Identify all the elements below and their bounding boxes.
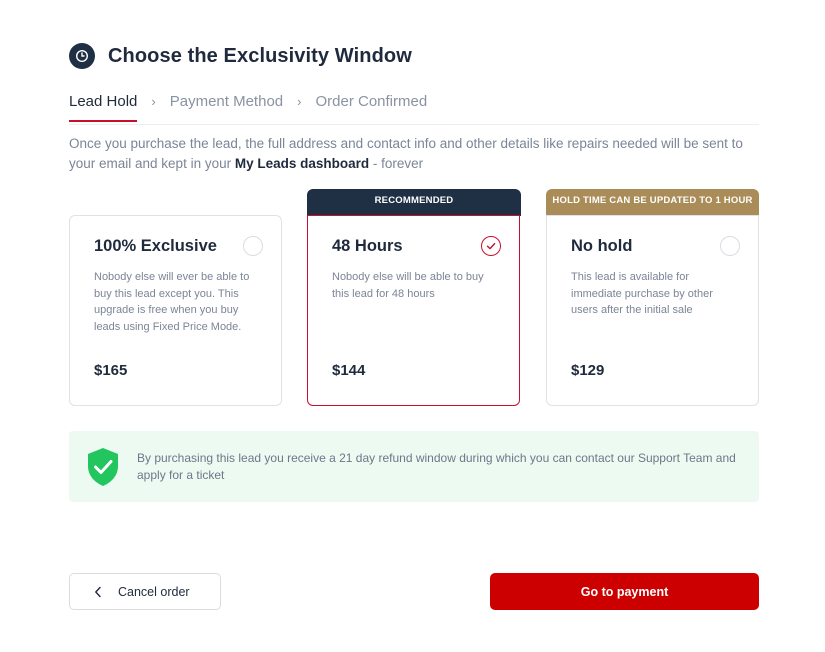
intro-text-after: - forever (369, 156, 424, 171)
option-card-no-hold[interactable]: No hold This lead is available for immed… (546, 215, 759, 406)
option-radio-checked[interactable] (481, 236, 501, 256)
option-card-exclusive[interactable]: 100% Exclusive Nobody else will ever be … (69, 215, 282, 406)
option-price: $144 (332, 362, 366, 379)
option-card-48-hours[interactable]: 48 Hours Nobody else will be able to buy… (307, 215, 520, 406)
refund-notice: By purchasing this lead you receive a 21… (69, 431, 759, 502)
option-title: 100% Exclusive (94, 237, 217, 255)
option-description: Nobody else will ever be able to buy thi… (94, 271, 250, 333)
option-description: This lead is available for immediate pur… (571, 271, 713, 316)
step-order-confirmed[interactable]: Order Confirmed (315, 93, 427, 122)
cancel-order-label: Cancel order (118, 584, 190, 599)
page-header: Choose the Exclusivity Window (69, 43, 412, 69)
intro-text: Once you purchase the lead, the full add… (69, 134, 759, 174)
option-radio[interactable] (720, 236, 740, 256)
chevron-left-icon (94, 586, 102, 598)
clock-icon (69, 43, 95, 69)
option-price: $129 (571, 362, 605, 379)
chevron-right-icon: › (151, 94, 156, 109)
option-title: No hold (571, 237, 633, 255)
option-description: Nobody else will be able to buy this lea… (332, 271, 484, 300)
step-lead-hold[interactable]: Lead Hold (69, 93, 138, 122)
checkout-steps: Lead Hold › Payment Method › Order Confi… (69, 93, 427, 122)
option-title: 48 Hours (332, 237, 403, 255)
refund-notice-text: By purchasing this lead you receive a 21… (137, 451, 736, 482)
option-radio[interactable] (243, 236, 263, 256)
chevron-right-icon: › (297, 94, 302, 109)
option-price: $165 (94, 362, 128, 379)
divider (69, 124, 759, 125)
cancel-order-button[interactable]: Cancel order (69, 573, 221, 610)
my-leads-dashboard-link: My Leads dashboard (234, 156, 370, 171)
page-title: Choose the Exclusivity Window (108, 44, 412, 67)
shield-check-icon (88, 448, 118, 486)
check-icon (486, 242, 496, 250)
step-payment-method[interactable]: Payment Method (170, 93, 283, 122)
recommended-badge: RECOMMENDED (307, 189, 521, 216)
go-to-payment-button[interactable]: Go to payment (490, 573, 759, 610)
hold-time-badge: HOLD TIME CAN BE UPDATED TO 1 HOUR (546, 189, 759, 216)
